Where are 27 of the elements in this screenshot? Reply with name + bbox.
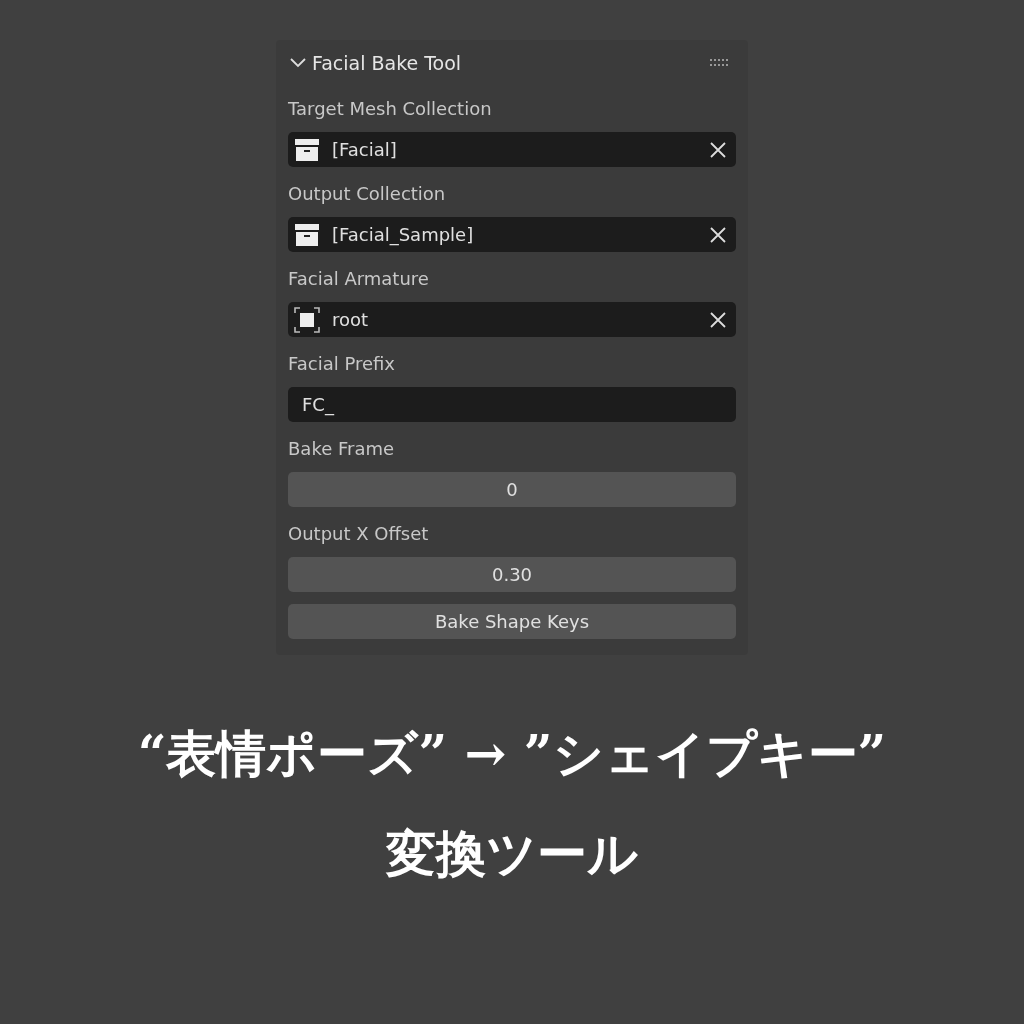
caption-text: 変換ツール: [386, 823, 638, 885]
bake-button[interactable]: Bake Shape Keys: [288, 604, 736, 639]
field-label: Output X Offset: [288, 522, 430, 546]
field-label: Facial Armature: [288, 267, 430, 291]
close-icon[interactable]: [710, 141, 726, 158]
box-icon: [294, 221, 320, 248]
object-field[interactable]: [Facial_Sample]: [288, 217, 736, 252]
grip-icon[interactable]: [710, 59, 730, 67]
field-label: Facial Prefix: [288, 352, 396, 376]
text-field[interactable]: FC_: [288, 387, 736, 422]
number-field[interactable]: 0: [288, 472, 736, 507]
chevron-icon[interactable]: [290, 58, 306, 68]
field-value: [Facial]: [332, 139, 398, 160]
box-icon: [294, 136, 320, 163]
object-field[interactable]: [Facial]: [288, 132, 736, 167]
field-label: Output Collection: [288, 182, 447, 206]
field-value: [Facial_Sample]: [332, 224, 475, 245]
object-field[interactable]: root: [288, 302, 736, 337]
field-label: Target Mesh Collection: [288, 97, 493, 121]
field-label: Bake Frame: [288, 437, 396, 461]
caption-text: “表情ポーズ” → ”シェイプキー”: [137, 723, 887, 785]
close-icon[interactable]: [710, 226, 726, 243]
field-value: root: [332, 309, 370, 330]
close-icon[interactable]: [710, 311, 726, 328]
panel-title: Facial Bake Tool: [312, 52, 463, 74]
number-field[interactable]: 0.30: [288, 557, 736, 592]
object-icon: [294, 306, 320, 333]
